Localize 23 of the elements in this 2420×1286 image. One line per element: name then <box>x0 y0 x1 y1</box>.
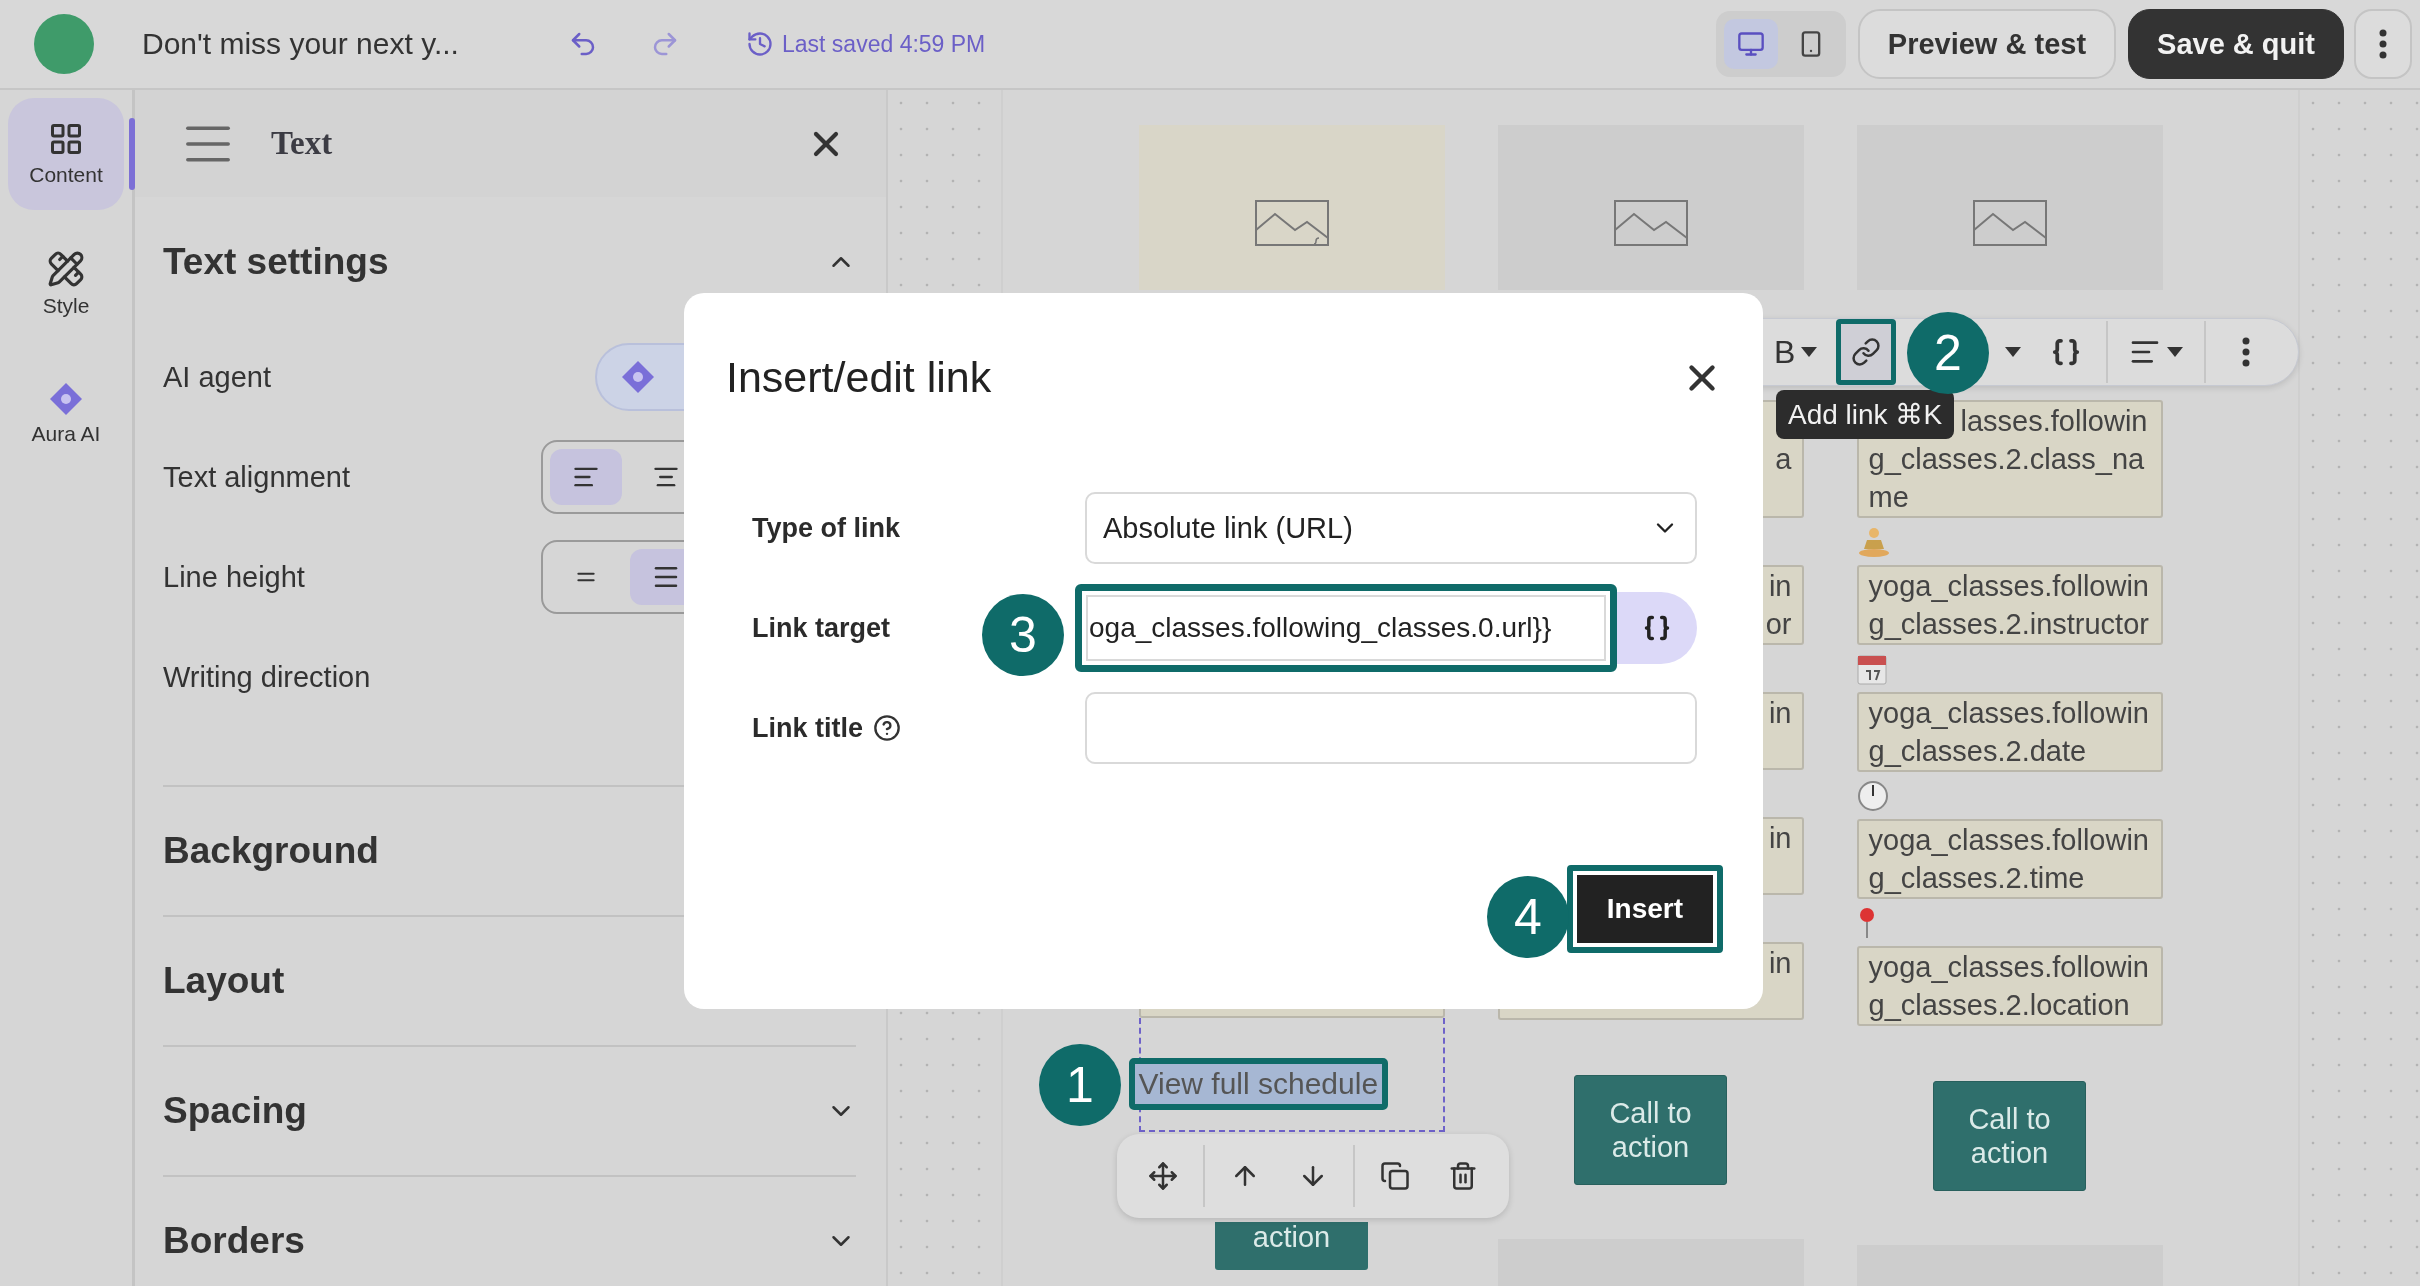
block-text: a <box>1775 442 1792 477</box>
panel-title: Text <box>271 125 334 162</box>
block-text: in <box>1768 821 1792 856</box>
setting-label: Line height <box>163 560 306 594</box>
email-title: Don't miss your next y... <box>142 27 460 61</box>
block-text: in <box>1768 696 1792 731</box>
block-text: in <box>1768 946 1792 981</box>
merge-field: yoga_classes.following_classes.2.time <box>1856 819 2163 899</box>
merge-field: yoga_classes.following_classes.2.instructor <box>1856 565 2163 645</box>
setting-label: Text alignment <box>163 460 351 494</box>
merge-field: yoga_classes.following_classes.2.location <box>1856 946 2163 1026</box>
merge-field: yoga_classes.following_classes.2.date <box>1856 692 2163 772</box>
block-text: in or <box>1765 569 1792 642</box>
section-title: Text settings <box>163 241 389 283</box>
button-label: action <box>1252 1222 1331 1252</box>
dialog-title: Insert/edit link <box>726 353 992 402</box>
setting-label: Writing direction <box>163 660 372 694</box>
field-label: Link title <box>752 712 863 744</box>
setting-label: AI agent <box>163 360 273 394</box>
tooltip: Add link ⌘K <box>1776 390 1955 439</box>
field-label: Type of link <box>752 512 900 544</box>
last-saved-text: Last saved 4:59 PM <box>782 30 986 58</box>
field-label: Link target <box>752 612 891 644</box>
